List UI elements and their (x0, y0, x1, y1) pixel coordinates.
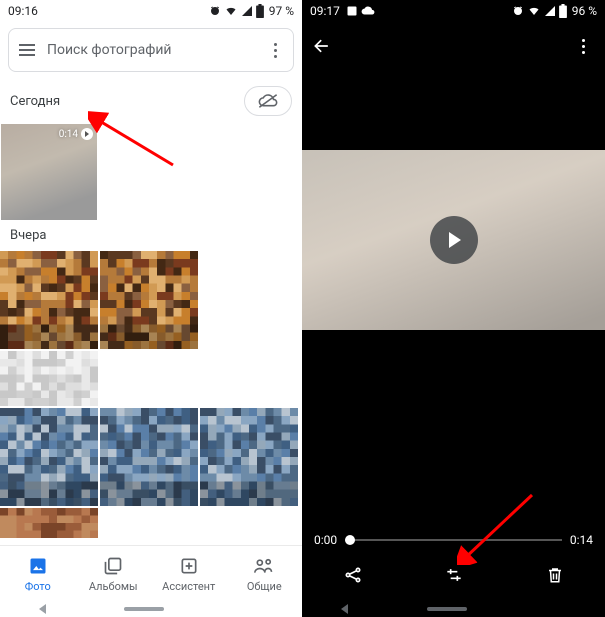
wifi-icon (527, 5, 541, 17)
photo-thumbnail[interactable] (0, 408, 98, 506)
menu-icon[interactable] (15, 38, 39, 62)
video-playback-area[interactable] (302, 150, 605, 330)
scrubber-track[interactable] (345, 539, 562, 541)
back-button[interactable] (312, 36, 336, 56)
nav-photos-label: Фото (25, 580, 51, 593)
viewer-action-row (302, 551, 605, 599)
scrubber-end-time: 0:14 (570, 533, 593, 547)
photo-thumbnail[interactable] (100, 251, 198, 349)
backup-off-button[interactable] (244, 86, 292, 116)
battery-text: 97 % (269, 4, 294, 18)
section-today-label: Сегодня (10, 94, 60, 109)
photo-thumbnail[interactable] (200, 408, 298, 506)
assistant-icon (177, 554, 201, 578)
nav-photos[interactable]: Фото (0, 546, 76, 601)
status-icons: 97 % (209, 4, 294, 18)
sharing-icon (252, 554, 276, 578)
battery-text: 96 % (572, 4, 597, 18)
video-duration: 0:14 (59, 129, 78, 140)
status-time: 09:17 (310, 4, 340, 18)
video-duration-badge: 0:14 (59, 128, 93, 140)
overflow-menu-icon[interactable] (263, 43, 287, 58)
delete-button[interactable] (543, 563, 567, 587)
albums-icon (101, 554, 125, 578)
nav-assistant[interactable]: Ассистент (151, 546, 227, 601)
bottom-nav: Фото Альбомы Ассистент Общие (0, 545, 302, 601)
phone-right-viewer: 09:17 96 % 0:00 0:14 (302, 0, 605, 617)
signal-icon (241, 5, 253, 17)
pic-icon (346, 5, 358, 17)
phone-left-gallery: 09:16 97 % Поиск фотографий (0, 0, 302, 617)
edit-button[interactable] (442, 563, 466, 587)
search-bar[interactable]: Поиск фотографий (8, 28, 294, 72)
alarm-icon (512, 5, 524, 17)
nav-albums[interactable]: Альбомы (76, 546, 152, 601)
battery-icon (559, 4, 567, 18)
photo-thumbnail[interactable] (100, 408, 198, 506)
video-thumbnail[interactable]: 0:14 (1, 124, 97, 220)
nav-sharing[interactable]: Общие (227, 546, 303, 601)
cloud-icon (361, 6, 375, 16)
back-gesture-icon[interactable] (341, 604, 348, 614)
status-time: 09:16 (8, 4, 38, 18)
alarm-icon (209, 5, 221, 17)
gesture-nav-bar (0, 601, 302, 617)
nav-assistant-label: Ассистент (162, 580, 215, 593)
photo-thumbnail[interactable] (0, 351, 98, 406)
overflow-menu-icon[interactable] (571, 39, 595, 54)
share-button[interactable] (341, 563, 365, 587)
nav-albums-label: Альбомы (89, 580, 138, 593)
signal-icon (544, 5, 556, 17)
status-bar: 09:17 96 % (302, 0, 605, 22)
status-icons: 96 % (512, 4, 597, 18)
section-today-header: Сегодня (0, 78, 302, 124)
video-scrubber[interactable]: 0:00 0:14 (302, 533, 605, 547)
back-gesture-icon[interactable] (39, 604, 46, 614)
nav-sharing-label: Общие (247, 580, 282, 593)
scrubber-start-time: 0:00 (314, 533, 337, 547)
search-placeholder: Поиск фотографий (39, 42, 263, 58)
viewer-appbar (302, 22, 605, 70)
gesture-nav-bar (302, 601, 605, 617)
battery-icon (256, 4, 264, 18)
photo-thumbnail[interactable] (0, 508, 98, 538)
section-yesterday-label: Вчера (0, 220, 302, 251)
home-pill[interactable] (427, 607, 467, 611)
play-icon (81, 128, 93, 140)
play-button[interactable] (430, 216, 478, 264)
wifi-icon (224, 5, 238, 17)
home-pill[interactable] (124, 607, 164, 611)
status-bar: 09:16 97 % (0, 0, 302, 22)
photo-thumbnail[interactable] (0, 251, 98, 349)
photos-icon (26, 554, 50, 578)
scrubber-knob[interactable] (345, 535, 355, 545)
